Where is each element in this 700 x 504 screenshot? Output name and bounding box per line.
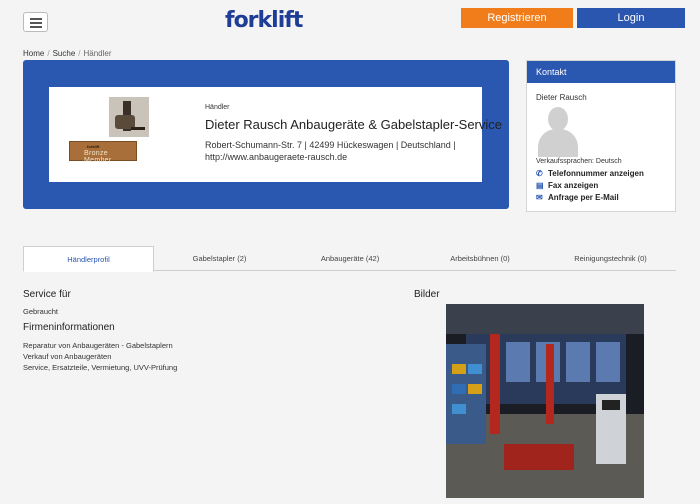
- company-info-line: Reparatur von Anbaugeräten - Gabelstaple…: [23, 341, 173, 350]
- bronze-member-badge: forklift Bronze Member: [69, 141, 137, 164]
- tab-cleaning-technology[interactable]: Reinigungstechnik (0): [545, 246, 676, 271]
- contact-box: Kontakt Dieter Rausch Verkaufssprachen: …: [526, 60, 676, 212]
- contact-title: Kontakt: [527, 61, 675, 83]
- contact-person-name: Dieter Rausch: [536, 93, 587, 102]
- show-fax-label: Fax anzeigen: [548, 181, 599, 190]
- phone-icon: ✆: [536, 169, 543, 178]
- breadcrumb-current: Händler: [83, 49, 112, 58]
- forklift-logo[interactable]: forklift: [225, 8, 303, 33]
- top-bar: forklift Registrieren Login: [0, 0, 700, 44]
- breadcrumb: Home / Suche / Händler: [23, 49, 112, 58]
- breadcrumb-search[interactable]: Suche: [53, 49, 76, 58]
- tab-attachments[interactable]: Anbaugeräte (42): [285, 246, 415, 271]
- dealer-hero-banner: forklift Bronze Member Händler Dieter Ra…: [23, 60, 509, 209]
- company-info-line: Service, Ersatzteile, Vermietung, UVV-Pr…: [23, 363, 178, 372]
- breadcrumb-home[interactable]: Home: [23, 49, 44, 58]
- tab-dealer-profile[interactable]: Händlerprofil: [23, 246, 154, 272]
- company-info-list: Reparatur von Anbaugeräten - Gabelstaple…: [23, 340, 177, 373]
- dealer-address: Robert-Schumann-Str. 7 | 42499 Hückeswag…: [205, 139, 465, 163]
- dealer-name: Dieter Rausch Anbaugeräte & Gabelstapler…: [205, 117, 502, 132]
- show-phone-label: Telefonnummer anzeigen: [548, 169, 644, 178]
- show-fax-link[interactable]: ▤ Fax anzeigen: [536, 181, 598, 190]
- company-info-title: Firmeninformationen: [23, 322, 115, 333]
- envelope-icon: ✉: [536, 193, 543, 202]
- fax-icon: ▤: [536, 181, 544, 190]
- company-info-line: Verkauf von Anbaugeräten: [23, 352, 112, 361]
- hamburger-menu-button[interactable]: [23, 12, 48, 32]
- dealer-type-label: Händler: [205, 104, 230, 111]
- tab-aerial-platforms[interactable]: Arbeitsbühnen (0): [415, 246, 545, 271]
- register-button[interactable]: Registrieren: [461, 8, 573, 28]
- profile-tabs: Händlerprofil Gabelstapler (2) Anbaugerä…: [23, 246, 676, 272]
- avatar-placeholder-icon: [538, 105, 578, 157]
- tab-forklifts[interactable]: Gabelstapler (2): [154, 246, 285, 271]
- service-value: Gebraucht: [23, 307, 59, 316]
- dealer-website-link[interactable]: http://www.anbaugeraete-rausch.de: [205, 152, 347, 162]
- show-phone-link[interactable]: ✆ Telefonnummer anzeigen: [536, 169, 644, 178]
- login-button[interactable]: Login: [577, 8, 685, 28]
- sales-languages: Verkaufssprachen: Deutsch: [536, 158, 622, 165]
- menu-line-icon: [30, 22, 42, 24]
- menu-line-icon: [30, 18, 42, 20]
- dealer-address-text: Robert-Schumann-Str. 7 | 42499 Hückeswag…: [205, 140, 456, 150]
- workshop-photo[interactable]: [446, 304, 644, 498]
- images-title: Bilder: [414, 289, 440, 300]
- menu-line-icon: [30, 26, 42, 28]
- email-inquiry-link[interactable]: ✉ Anfrage per E-Mail: [536, 193, 619, 202]
- badge-label: Bronze Member: [84, 150, 112, 164]
- dealer-card: forklift Bronze Member Händler Dieter Ra…: [49, 87, 502, 182]
- badge-top-text: forklift: [87, 144, 100, 149]
- email-inquiry-label: Anfrage per E-Mail: [548, 193, 619, 202]
- service-title: Service für: [23, 289, 71, 300]
- dealer-logo-image: [109, 97, 149, 137]
